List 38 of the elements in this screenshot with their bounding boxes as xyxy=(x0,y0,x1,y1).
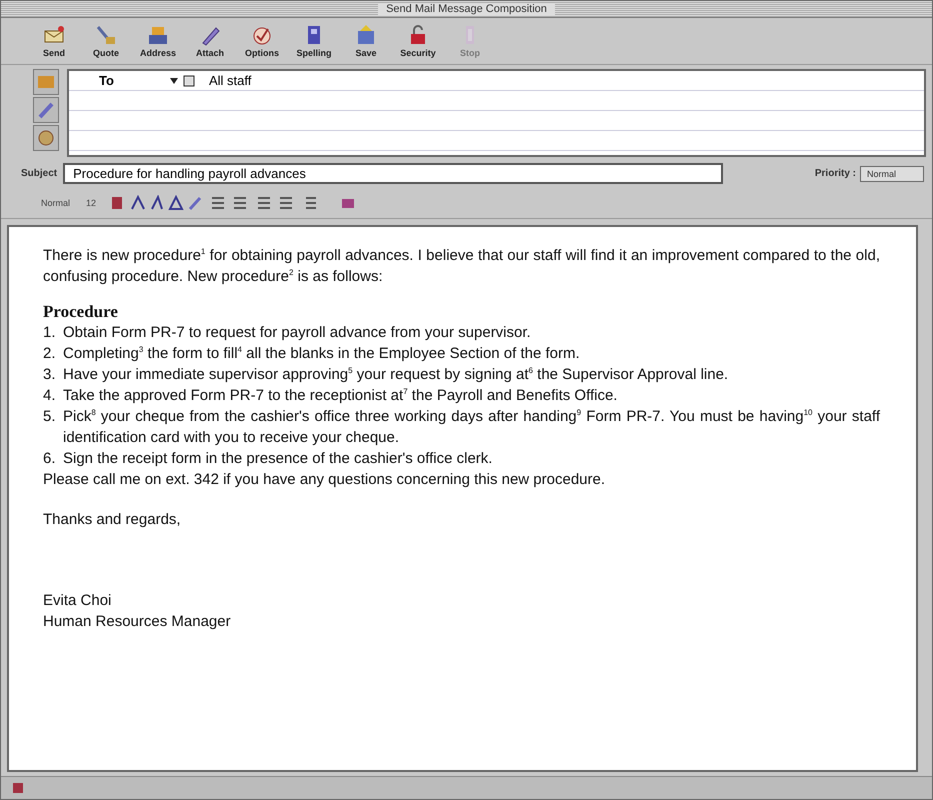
security-button[interactable]: Security xyxy=(399,22,437,62)
message-body[interactable] xyxy=(7,225,918,772)
signoff-text: Thanks and regards, xyxy=(43,510,182,530)
step-number: 6. xyxy=(43,449,57,469)
subject-field[interactable]: Procedure for handling payroll advances xyxy=(63,163,724,184)
step-number: 2. xyxy=(43,344,57,364)
save-button[interactable]: Save xyxy=(347,22,385,62)
message-paragraph: Please call me on ext. 342 if you have any questions concerning this new procedure. xyxy=(43,470,606,490)
step-text: Obtain Form PR-7 to request for payroll advance from your supervisor. xyxy=(63,323,531,343)
step-text: Take the approved Form PR-7 to the receptionist at$^{7}$ the Payroll and Benefits Office. xyxy=(63,386,618,406)
send-button[interactable]: Send xyxy=(35,22,73,62)
section-heading: Procedure xyxy=(43,301,119,322)
font-size-dropdown[interactable]: 12 xyxy=(86,198,96,208)
window-title: Send Mail Message Composition xyxy=(378,3,555,15)
recipient-address[interactable]: All staff xyxy=(195,73,252,88)
step-text: Pick$^{8}$ your cheque from the cashier's office three working days after handing$^{9}$ Form PR-7. You must be having$^{10}$ your staff identification card with you to receive your cheque. xyxy=(63,407,880,448)
step-number: 5. xyxy=(43,407,57,427)
step-text: Sign the receipt form in the presence of the cashier's office clerk. xyxy=(63,449,492,469)
status-icon xyxy=(11,781,25,795)
step-number: 3. xyxy=(43,365,57,385)
address-type-dropdown[interactable]: To xyxy=(69,73,169,88)
subject-label: Subject xyxy=(21,168,58,179)
spelling-button[interactable]: Spelling xyxy=(295,22,333,62)
step-text: Completing$^{3}$ the form to fill$^{4}$ all the blanks in the Employee Section of the form. xyxy=(63,344,580,364)
signature-line: Human Resources Manager xyxy=(43,612,232,632)
signature-line: Evita Choi xyxy=(43,591,112,611)
priority-dropdown[interactable]: Normal xyxy=(860,166,924,182)
options-button[interactable]: Options xyxy=(243,22,281,62)
step-number: 1. xyxy=(43,323,57,343)
step-number: 4. xyxy=(43,386,57,406)
caret-icon[interactable] xyxy=(169,76,179,84)
style-dropdown[interactable]: Normal xyxy=(41,198,70,208)
message-paragraph: There is new procedure$^{1}$ for obtaining payroll advances. I believe that our staff will find it an improvement compared to the old, confusing procedure. New procedure$^{2}$ is as follows: xyxy=(43,246,880,287)
step-text: Have your immediate supervisor approving$^{5}$ your request by signing at$^{6}$ the Supervisor Approval line. xyxy=(63,365,728,385)
address-button[interactable]: Address xyxy=(139,22,177,62)
quote-button[interactable]: Quote xyxy=(87,22,125,62)
attach-button[interactable]: Attach xyxy=(191,22,229,62)
priority-label: Priority : xyxy=(814,168,856,179)
